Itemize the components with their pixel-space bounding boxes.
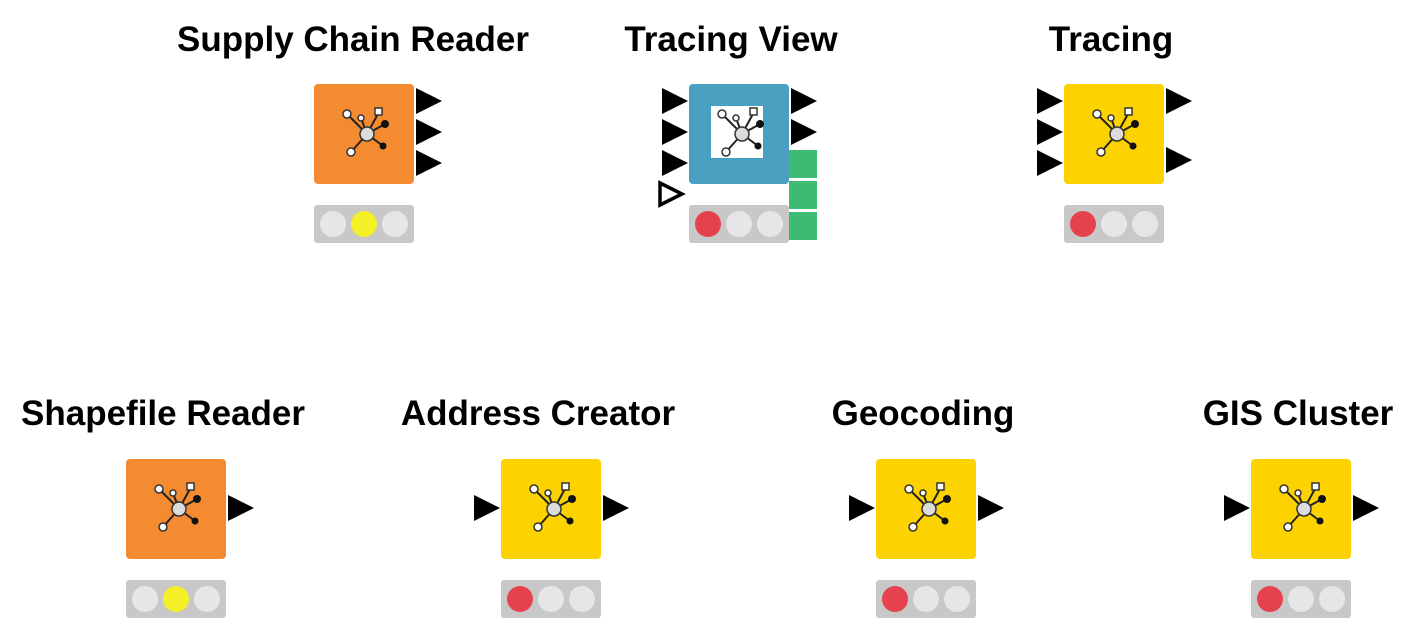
network-icon: [154, 482, 202, 532]
node-title: Supply Chain Reader: [176, 20, 530, 59]
node-title: Address Creator: [400, 394, 676, 433]
output-port[interactable]: [416, 119, 442, 145]
input-port[interactable]: [1037, 119, 1063, 145]
status-light-red: [1070, 211, 1096, 237]
status-light-green: [757, 211, 783, 237]
node-title: Shapefile Reader: [21, 394, 305, 433]
view-port[interactable]: [789, 181, 817, 209]
output-port[interactable]: [416, 150, 442, 176]
output-port[interactable]: [1166, 88, 1192, 114]
status-light-red: [320, 211, 346, 237]
optional-input-port[interactable]: [658, 180, 686, 208]
node-body[interactable]: [876, 459, 976, 559]
status-indicator: [1064, 205, 1164, 243]
network-icon: [1092, 107, 1140, 157]
output-port[interactable]: [791, 88, 817, 114]
status-indicator: [126, 580, 226, 618]
node-title: GIS Cluster: [1202, 394, 1394, 433]
status-light-yellow: [726, 211, 752, 237]
status-light-yellow: [913, 586, 939, 612]
node-body[interactable]: [314, 84, 414, 184]
input-port[interactable]: [849, 495, 875, 521]
output-port[interactable]: [603, 495, 629, 521]
output-port[interactable]: [1166, 147, 1192, 173]
status-light-yellow: [1288, 586, 1314, 612]
input-port[interactable]: [1037, 88, 1063, 114]
status-light-yellow: [538, 586, 564, 612]
output-port[interactable]: [978, 495, 1004, 521]
output-port[interactable]: [1353, 495, 1379, 521]
status-light-red: [507, 586, 533, 612]
status-indicator: [876, 580, 976, 618]
node-body[interactable]: [126, 459, 226, 559]
output-port[interactable]: [228, 495, 254, 521]
status-light-red: [132, 586, 158, 612]
node-body[interactable]: [1251, 459, 1351, 559]
input-port[interactable]: [474, 495, 500, 521]
network-icon: [529, 482, 577, 532]
input-port[interactable]: [1224, 495, 1250, 521]
status-indicator: [314, 205, 414, 243]
status-light-green: [1319, 586, 1345, 612]
status-light-red: [1257, 586, 1283, 612]
status-indicator: [1251, 580, 1351, 618]
status-indicator: [501, 580, 601, 618]
status-light-green: [569, 586, 595, 612]
input-port[interactable]: [662, 150, 688, 176]
status-light-green: [382, 211, 408, 237]
input-port[interactable]: [662, 88, 688, 114]
output-port[interactable]: [791, 119, 817, 145]
status-light-yellow: [1101, 211, 1127, 237]
network-icon: [342, 107, 390, 157]
node-title: Tracing View: [624, 20, 838, 59]
status-light-yellow: [351, 211, 377, 237]
node-body[interactable]: [1064, 84, 1164, 184]
node-body[interactable]: [689, 84, 789, 184]
output-port[interactable]: [416, 88, 442, 114]
network-icon: [1279, 482, 1327, 532]
network-icon: [904, 482, 952, 532]
status-light-red: [695, 211, 721, 237]
node-title: Tracing: [1048, 20, 1174, 59]
view-port[interactable]: [789, 150, 817, 178]
node-body[interactable]: [501, 459, 601, 559]
status-indicator: [689, 205, 789, 243]
status-light-green: [194, 586, 220, 612]
view-port[interactable]: [789, 212, 817, 240]
input-port[interactable]: [1037, 150, 1063, 176]
input-port[interactable]: [662, 119, 688, 145]
status-light-green: [1132, 211, 1158, 237]
status-light-red: [882, 586, 908, 612]
status-light-green: [944, 586, 970, 612]
network-view-icon: [717, 107, 765, 157]
status-light-yellow: [163, 586, 189, 612]
node-title: Geocoding: [831, 394, 1015, 433]
